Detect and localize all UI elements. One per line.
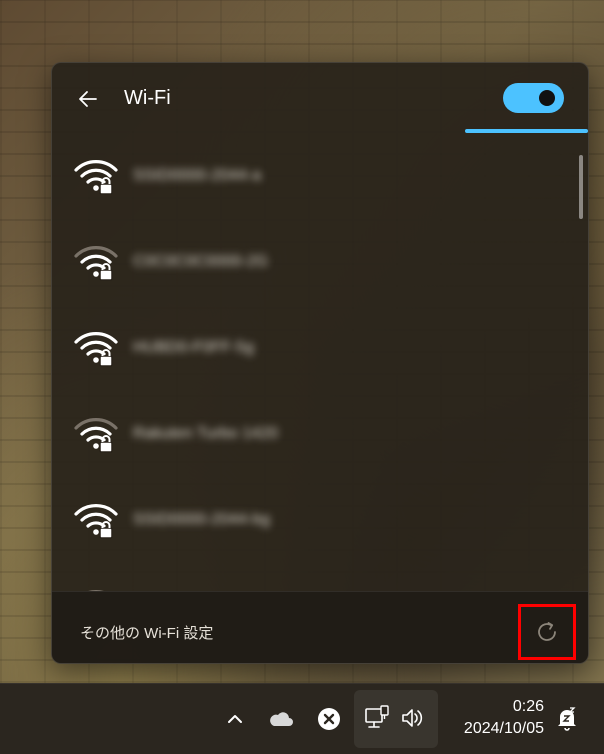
back-button[interactable] [74,85,102,113]
wifi-secured-full-icon [74,332,118,367]
show-hidden-icons-button[interactable] [222,706,248,732]
onedrive-button[interactable] [268,706,294,732]
refresh-button[interactable] [518,604,576,660]
wifi-secured-medium-icon [74,246,118,281]
network-name: Rakuten Turbo 1420 [133,425,278,442]
network-name: SSID0000-2044-bg [133,511,270,528]
network-item[interactable]: Rakuten Turbo 1420 [52,391,572,477]
notification-bell-icon [558,707,576,731]
clock-button[interactable]: 0:26 2024/10/05 [448,696,544,740]
network-item[interactable]: C0C0C0C0000-2G [52,219,572,305]
network-name: SSID0000-2044-a [133,167,262,184]
network-item[interactable]: HUBD0-F0FF-5g [52,305,572,391]
list-scrollbar[interactable] [579,155,583,219]
back-arrow-icon [79,91,97,107]
network-icon [365,705,389,728]
wifi-secured-full-icon [74,504,118,539]
taskbar: 0:26 2024/10/05 [0,683,604,754]
onedrive-cloud-icon [270,712,293,726]
notification-button[interactable] [554,706,580,732]
network-item[interactable]: SSID0000-2044-bg [52,477,572,563]
network-list: SSID0000-2044-a C0C0C0C0000-2G HUBD0-F0F… [52,133,572,591]
wifi-secured-medium-icon [74,418,118,453]
wifi-flyout: Wi-Fi SSID0000-2044-a C0C0C0C0000-2G HUB… [51,62,589,664]
network-item-partial[interactable] [52,563,572,591]
toggle-knob [539,90,555,106]
volume-icon [402,709,423,727]
chevron-up-icon [228,715,242,723]
flyout-title: Wi-Fi [124,87,171,109]
more-wifi-settings-link[interactable]: その他の Wi-Fi 設定 [80,622,213,643]
network-name: HUBD0-F0FF-5g [133,339,254,356]
network-name: C0C0C0C0000-2G [133,253,269,270]
clock-date: 2024/10/05 [463,720,544,737]
clock-time: 0:26 [512,698,544,715]
network-item[interactable]: SSID0000-2044-a [52,133,572,219]
flyout-footer: その他の Wi-Fi 設定 [52,591,588,663]
wifi-toggle[interactable] [503,83,564,113]
error-status-button[interactable] [316,706,342,732]
error-x-icon [318,708,340,730]
wifi-secured-full-icon [74,160,118,195]
refresh-icon [538,622,556,641]
flyout-header: Wi-Fi [52,63,588,133]
network-volume-button[interactable] [354,690,438,748]
